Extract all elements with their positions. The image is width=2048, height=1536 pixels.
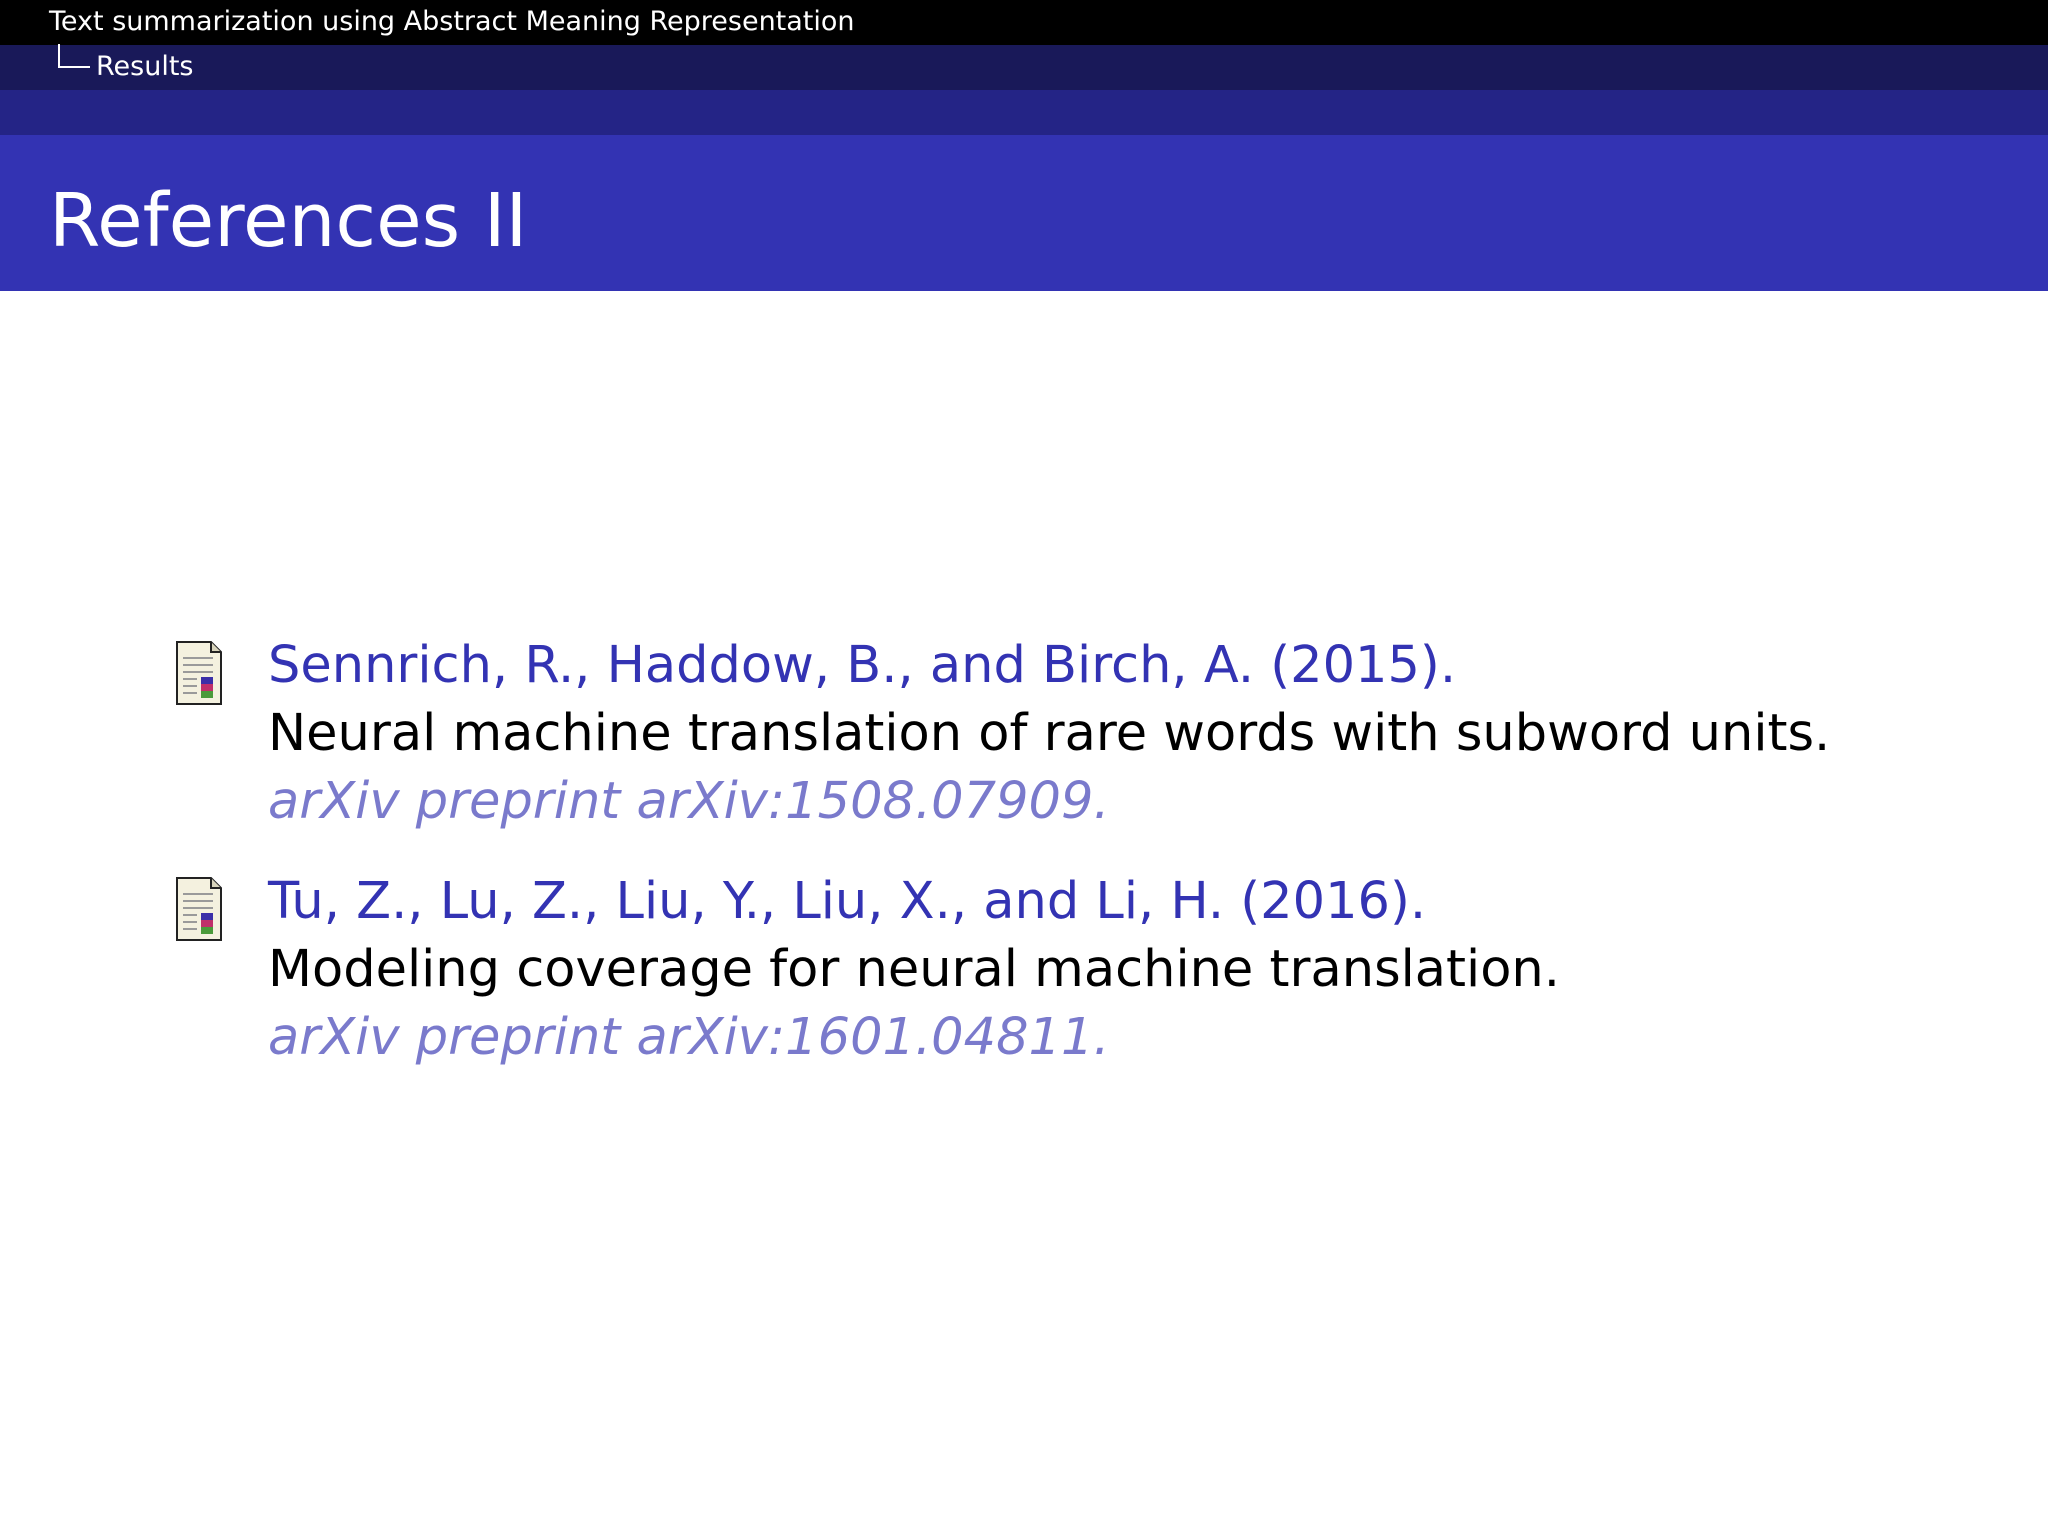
headline-bar-spacer <box>0 90 2048 135</box>
reference-title: Modeling coverage for neural machine tra… <box>268 940 1560 999</box>
section-name[interactable]: Results <box>96 49 194 85</box>
reference-venue: arXiv preprint arXiv:1508.07909. <box>268 772 1110 831</box>
tree-connector-icon <box>58 44 90 68</box>
document-title[interactable]: Text summarization using Abstract Meanin… <box>49 4 855 40</box>
reference-authors: Tu, Z., Lu, Z., Liu, Y., Liu, X., and Li… <box>268 872 1427 931</box>
headline-bar-section <box>0 45 2048 90</box>
reference-venue: arXiv preprint arXiv:1601.04811. <box>268 1008 1110 1067</box>
article-icon <box>176 877 222 941</box>
slide: Text summarization using Abstract Meanin… <box>0 0 2048 1536</box>
reference-authors: Sennrich, R., Haddow, B., and Birch, A. … <box>268 636 1457 695</box>
article-icon <box>176 641 222 705</box>
reference-title: Neural machine translation of rare words… <box>268 704 1831 763</box>
frame-title: References II <box>49 178 528 264</box>
